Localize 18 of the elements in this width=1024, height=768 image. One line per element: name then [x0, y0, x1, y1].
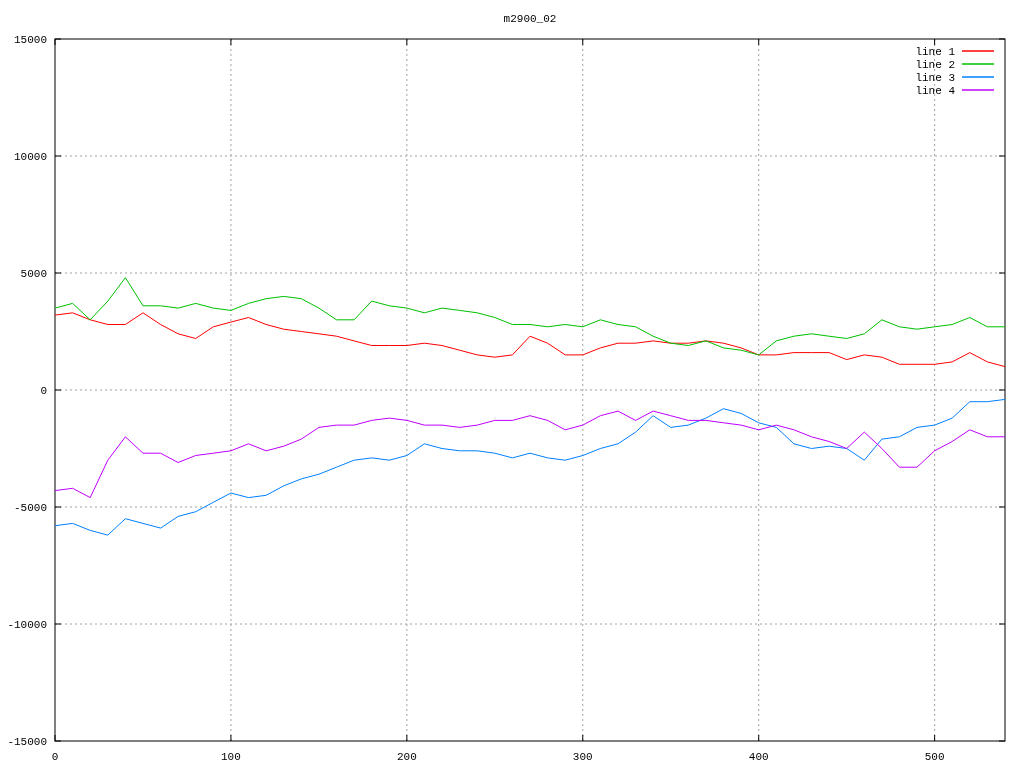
- y-tick-label: 5000: [20, 268, 47, 280]
- chart-title: m2900_02: [503, 13, 557, 25]
- y-tick-label: -10000: [7, 619, 47, 631]
- y-tick-label: 15000: [14, 34, 47, 46]
- x-tick-label: 100: [221, 751, 241, 763]
- x-tick-label: 200: [396, 751, 417, 763]
- y-tick-label: 10000: [14, 151, 47, 163]
- y-tick-label: 0: [40, 385, 47, 397]
- y-tick-label: -5000: [14, 502, 47, 514]
- legend-label: line 2: [915, 59, 955, 71]
- legend-label: line 1: [915, 46, 955, 58]
- x-tick-label: 500: [924, 751, 945, 763]
- legend-label: line 3: [915, 72, 955, 84]
- x-tick-label: 0: [51, 751, 59, 763]
- legend-label: line 4: [915, 85, 955, 97]
- x-tick-label: 400: [748, 751, 769, 763]
- x-tick-label: 300: [572, 751, 593, 763]
- y-tick-label: -15000: [7, 736, 47, 748]
